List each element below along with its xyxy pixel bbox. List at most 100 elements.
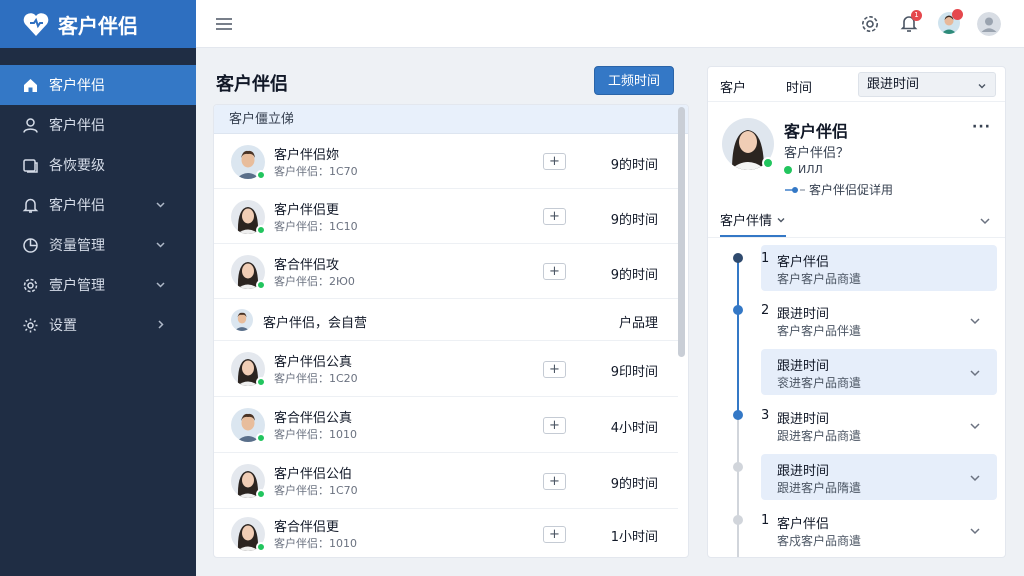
tab-time[interactable]: 时间 — [786, 77, 812, 96]
list-item[interactable]: 客户伴侣公真 客户伴侣：1С20 +9印时间 — [214, 341, 678, 397]
profile-link[interactable]: 客户伴侣促详用 — [784, 181, 893, 198]
chevron-down-icon[interactable] — [969, 315, 981, 327]
list-item[interactable]: 客户伴侣更 客户伴侣：1С10 +9的时间 — [214, 189, 678, 244]
list-item-name: 客户伴侣妳 — [274, 147, 340, 163]
chevron-down-icon[interactable] — [969, 525, 981, 537]
timeline-item[interactable]: 跟进时间 跟进客户品隋遣 — [761, 454, 997, 500]
add-button[interactable]: + — [543, 416, 566, 434]
timeline-item[interactable]: 1 客户伴侣 客戍客户品商遣 — [761, 507, 997, 553]
sidebar-item-cards[interactable]: 各恢要级 — [0, 145, 196, 185]
brand[interactable]: 客户伴侣 — [0, 0, 196, 48]
chevron-down-icon — [156, 202, 165, 208]
add-button[interactable]: + — [543, 360, 566, 378]
avatar-wrap — [231, 352, 266, 387]
scrollbar-thumb[interactable] — [678, 107, 685, 357]
notification-button[interactable]: 1 — [900, 10, 922, 33]
add-button[interactable]: + — [543, 153, 566, 170]
add-button[interactable]: + — [543, 208, 566, 225]
list-item-time: 1小时间 — [610, 530, 658, 545]
customer-list: 客户僵立俤 客户伴侣妳 客户伴侣：1С70 +9的时间 客户伴侣更 客户伴侣：1С10 +… — [213, 104, 689, 558]
timeline-item[interactable]: 2 跟进时间 客户客户品伴遣 — [761, 297, 997, 343]
timeline-subtitle: 客户客户品商遣 — [777, 272, 862, 286]
chevron-down-icon[interactable] — [969, 420, 981, 432]
timeline-subtitle: 衮进客户品商遣 — [777, 376, 862, 390]
chevron-down-icon[interactable] — [969, 472, 981, 484]
list-item[interactable]: 客户伴侣公伯 客户伴侣：1С70 +9的时间 — [214, 453, 678, 509]
timeline-item[interactable]: 3 跟进时间 跟进客户品商遣 — [761, 402, 997, 448]
list-item-subtitle: 客户伴侣：2Ю0 — [274, 274, 355, 288]
timeline-dot — [733, 253, 743, 263]
section-tab-label: 客户伴情 — [720, 214, 773, 229]
avatar-wrap — [231, 517, 266, 552]
timeline-title: 跟进时间 — [777, 359, 830, 374]
avatar-wrap — [231, 408, 266, 443]
add-button[interactable]: + — [543, 263, 566, 280]
avatar-badge — [952, 9, 963, 20]
list-item[interactable]: 客合伴侣公真 客户伴侣：1010 +4小时间 — [214, 397, 678, 453]
list-item-time: 9的时间 — [610, 157, 658, 173]
primary-button[interactable]: 工频时间 — [594, 66, 674, 95]
avatar-wrap — [231, 464, 266, 499]
timeline-line-inactive — [737, 417, 739, 557]
avatar-wrap — [231, 144, 266, 180]
sidebar-item-customers[interactable]: 客户伴侣 — [0, 105, 196, 145]
time-select-value: 跟进时间 — [867, 77, 920, 92]
detail-panel: 客户 时间 跟进时间 客户伴侣 客户伴侣？ ИЛЛ 客户伴侣促详用 ··· 客户… — [707, 66, 1006, 558]
tab-customer-detail[interactable]: 客户伴情 — [720, 210, 787, 237]
more-options-button[interactable]: ··· — [972, 119, 991, 135]
online-status-dot — [256, 377, 266, 387]
hamburger-icon[interactable] — [215, 16, 233, 32]
sidebar-item-settings[interactable]: 设置 — [0, 305, 196, 345]
sidebar-item-account-management[interactable]: 壹户管理 — [0, 265, 196, 305]
profile-avatar-icon[interactable] — [977, 12, 1001, 36]
online-status-dot — [256, 542, 266, 552]
divider — [708, 237, 1005, 238]
list-item-time: 9的时间 — [610, 477, 658, 492]
chevron-down-icon — [777, 218, 785, 223]
timeline-subtitle: 跟进客户品商遣 — [777, 429, 862, 443]
detail-tabs: 客户 时间 跟进时间 — [708, 67, 1005, 102]
add-button[interactable]: + — [543, 525, 566, 543]
sidebar-item-label: 各恢要级 — [49, 158, 105, 174]
timeline-item[interactable]: 1 客户伴侣 客户客户品商遣 — [761, 245, 997, 291]
tab-customer[interactable]: 客户 — [720, 77, 746, 96]
timeline-dot — [733, 305, 743, 315]
list-item[interactable]: 客合伴侣攻 客户伴侣：2Ю0 +9的时间 — [214, 244, 678, 299]
list-item-name: 客合伴侣更 — [274, 520, 340, 535]
heart-icon — [23, 13, 49, 36]
sidebar-item-notifications[interactable]: 客户伴侣 — [0, 185, 196, 225]
online-status-dot — [256, 279, 266, 290]
chevron-down-icon[interactable] — [979, 215, 991, 227]
list-item-subtitle: 客户伴侣：1С20 — [274, 372, 358, 385]
timeline-dot — [733, 462, 743, 472]
online-status-dot — [256, 169, 266, 180]
timeline-title: 跟进时间 — [777, 412, 830, 427]
chevron-down-icon[interactable] — [969, 367, 981, 379]
profile-avatar — [722, 118, 774, 170]
avatar-wrap — [231, 309, 253, 331]
notification-badge: 1 — [911, 10, 922, 21]
online-status-dot — [762, 157, 774, 169]
sidebar-item-home[interactable]: 客户伴侣 — [0, 65, 196, 105]
user-avatar-button[interactable] — [938, 9, 963, 34]
list-item-name: 客户伴侣公伯 — [274, 467, 353, 482]
add-button[interactable]: + — [543, 472, 566, 490]
timeline-item[interactable]: 跟进时间衮进客户品商遣 — [761, 349, 997, 395]
timeline-title: 客户伴侣 — [777, 255, 830, 270]
list-item[interactable]: 客户伴侣，会自营 户品理 — [214, 299, 678, 341]
chevron-right-icon — [158, 320, 164, 329]
timeline-subtitle: 客户客户品伴遣 — [777, 324, 862, 338]
time-select[interactable]: 跟进时间 — [858, 72, 996, 97]
avatar-wrap — [231, 199, 266, 235]
online-status-dot — [256, 224, 266, 235]
profile-subtitle: 客户伴侣？ — [784, 146, 850, 161]
profile-status: ИЛЛ — [784, 163, 823, 176]
sidebar-item-resources[interactable]: 资量管理 — [0, 225, 196, 265]
sidebar-item-label: 客户伴侣 — [49, 118, 105, 134]
list-item[interactable]: 客合伴侣更 客户伴侣：1010 +1小时间 — [214, 509, 678, 557]
user-icon — [23, 117, 38, 133]
timeline-title: 客户伴侣 — [777, 517, 830, 532]
list-item[interactable]: 客户伴侣妳 客户伴侣：1С70 +9的时间 — [214, 134, 678, 189]
gear-icon[interactable] — [860, 14, 880, 34]
list-item-subtitle: 客户伴侣：1010 — [274, 428, 357, 441]
